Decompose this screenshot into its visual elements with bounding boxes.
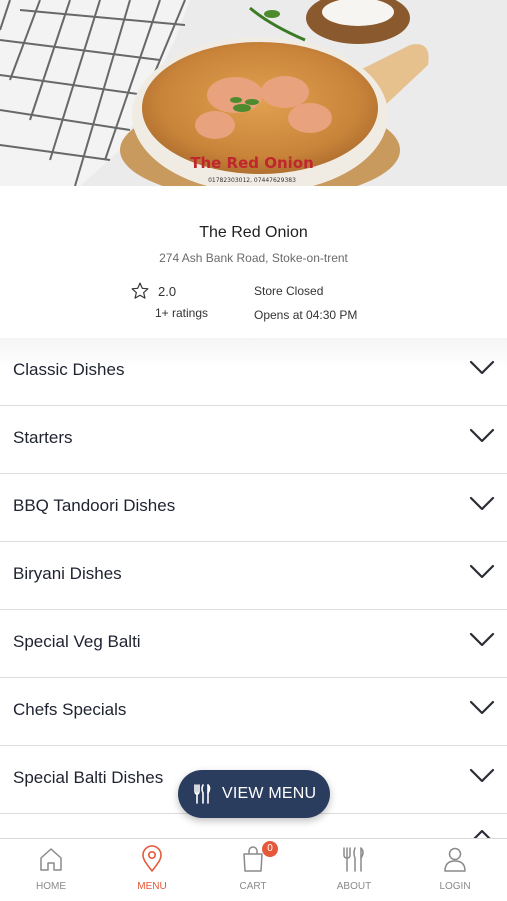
user-icon <box>444 847 466 872</box>
ratings-count: 1+ ratings <box>155 306 209 320</box>
category-list: Classic Dishes Starters BBQ Tandoori Dis… <box>0 338 507 814</box>
category-row[interactable]: Starters <box>0 406 507 474</box>
cutlery-icon <box>343 847 364 872</box>
view-menu-button[interactable]: VIEW MENU <box>178 770 330 818</box>
nav-about-label: ABOUT <box>336 881 372 892</box>
category-row[interactable]: Chefs Specials <box>0 678 507 746</box>
chevron-down-icon[interactable] <box>469 768 495 784</box>
chevron-down-icon[interactable] <box>469 428 495 444</box>
category-label: Starters <box>13 428 73 447</box>
category-label: Special Balti Dishes <box>13 768 164 787</box>
home-icon <box>40 848 62 871</box>
nav-home[interactable]: HOME <box>11 839 91 901</box>
nav-cart-label: CART <box>239 881 267 892</box>
category-label: Classic Dishes <box>13 360 125 379</box>
opening-time: Opens at 04:30 PM <box>254 308 358 322</box>
bottom-nav: HOME MENU 0 CART ABOUT LOGIN <box>0 838 507 901</box>
nav-menu[interactable]: MENU <box>112 839 192 901</box>
category-label: Chefs Specials <box>13 700 127 719</box>
nav-home-label: HOME <box>36 881 66 892</box>
category-label: Special Veg Balti <box>13 632 141 651</box>
category-row[interactable]: Special Veg Balti <box>0 610 507 678</box>
nav-menu-label: MENU <box>137 881 167 892</box>
chevron-down-icon[interactable] <box>469 632 495 648</box>
store-status-block: Store Closed Opens at 04:30 PM <box>254 284 357 322</box>
category-label: BBQ Tandoori Dishes <box>13 496 176 515</box>
chevron-down-icon[interactable] <box>469 360 495 376</box>
cutlery-icon <box>194 784 211 804</box>
category-row[interactable]: Classic Dishes <box>0 338 507 406</box>
hero-image: The Red Onion 01782303012, 07447629383 <box>0 0 507 186</box>
chevron-down-icon[interactable] <box>469 496 495 512</box>
logo-phone: 01782303012, 07447629383 <box>208 177 296 184</box>
category-row[interactable]: BBQ Tandoori Dishes <box>0 474 507 542</box>
store-address: 274 Ash Bank Road, Stoke-on-trent <box>159 251 348 265</box>
chevron-down-icon[interactable] <box>469 564 495 580</box>
cart-count-badge: 0 <box>262 841 278 857</box>
store-info: The Red Onion 274 Ash Bank Road, Stoke-o… <box>0 186 507 338</box>
rating-value: 2.0 <box>158 284 177 299</box>
nav-login-label: LOGIN <box>439 881 471 892</box>
star-icon <box>131 282 149 299</box>
view-menu-label: VIEW MENU <box>222 785 317 802</box>
nav-login[interactable]: LOGIN <box>415 839 495 901</box>
nav-about[interactable]: ABOUT <box>314 839 394 901</box>
food-photo: The Red Onion 01782303012, 07447629383 <box>0 0 507 186</box>
logo-text: The Red Onion <box>190 154 314 172</box>
chevron-down-icon[interactable] <box>469 700 495 716</box>
nav-cart[interactable]: 0 CART <box>213 839 293 901</box>
store-name: The Red Onion <box>199 224 308 241</box>
store-status: Store Closed <box>254 284 324 298</box>
category-row[interactable]: Biryani Dishes <box>0 542 507 610</box>
category-label: Biryani Dishes <box>13 564 122 583</box>
location-pin-icon <box>142 845 162 872</box>
